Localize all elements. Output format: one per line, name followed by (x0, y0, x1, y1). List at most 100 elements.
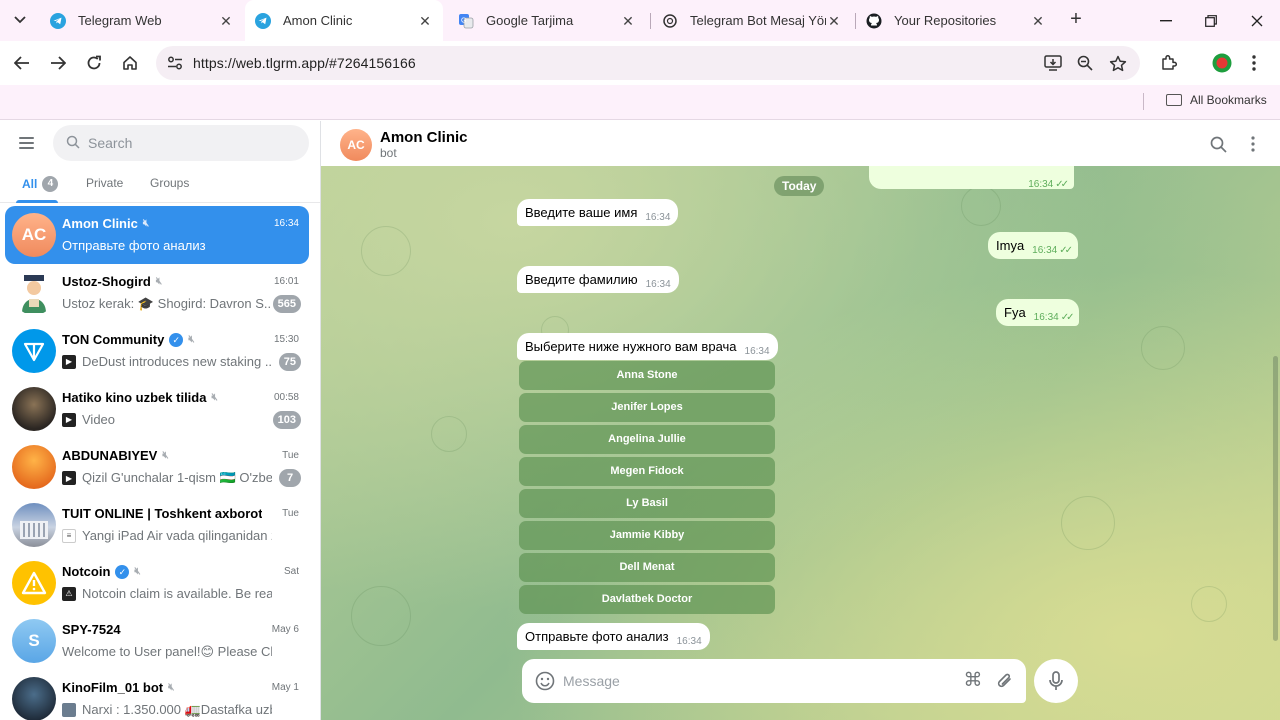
chat-item-amon-clinic[interactable]: AC Amon Clinic 🔇︎ 16:34 Отправьте фото ан… (5, 206, 309, 264)
chat-name: KinoFilm_01 bot (62, 680, 164, 695)
message-bubble-incoming[interactable]: Выберите ниже нужного вам врача 16:34 (517, 333, 778, 360)
image-thumb-icon: ⚠ (62, 586, 76, 601)
chat-name-row: KinoFilm_01 bot 🔇︎ (62, 680, 174, 695)
message-bubble-outgoing[interactable]: Imya 16:34 ✓✓ (988, 232, 1078, 259)
folder-tab-label: Private (86, 176, 124, 190)
chat-item-kinofilm-bot[interactable]: KinoFilm_01 bot 🔇︎ May 1 Narxi : 1.350.00… (5, 670, 309, 720)
chat-name-row: Notcoin ✓ 🔇︎ (62, 564, 141, 579)
video-play-icon: ▶ (62, 354, 76, 369)
extensions-button[interactable] (1155, 49, 1183, 77)
browser-tab-chatgpt[interactable]: Telegram Bot Mesaj Yönle ✕ (652, 0, 852, 41)
zoom-icon[interactable] (1074, 53, 1096, 73)
search-box[interactable] (53, 125, 309, 161)
close-icon[interactable]: ✕ (218, 13, 234, 29)
new-tab-button[interactable]: + (1064, 8, 1088, 32)
folder-icon (1166, 94, 1182, 106)
restore-button[interactable] (1188, 0, 1234, 41)
chat-item-ton-community[interactable]: TON Community ✓ 🔇︎ 15:30 ▶ DeDust introduce… (5, 322, 309, 380)
message-bubble-outgoing[interactable]: Fya 16:34 ✓✓ (996, 299, 1080, 326)
bot-commands-button[interactable]: ⌘ (962, 670, 984, 692)
bookmarks-divider (1143, 93, 1144, 110)
chat-title[interactable]: Amon Clinic (380, 129, 468, 146)
chat-name: Amon Clinic (62, 216, 138, 231)
browser-tab-telegram-web[interactable]: Telegram Web ✕ (40, 0, 244, 41)
message-bubble-incoming[interactable]: Введите фамилию 16:34 (517, 266, 679, 293)
smile-icon (535, 671, 555, 691)
chat-name-row: Ustoz-Shogird 🔇︎ (62, 274, 162, 289)
emoji-button[interactable] (534, 670, 556, 692)
chat-name: TUIT ONLINE | Toshkent axborot ... (62, 506, 262, 521)
url-text[interactable]: https://web.tlgrm.app/#7264156166 (193, 55, 416, 71)
chat-time: 15:30 (273, 334, 299, 345)
avatar (12, 677, 56, 720)
chat-item-spy-7524[interactable]: S SPY-7524 May 6 Welcome to User panel!😊… (5, 612, 309, 670)
chat-name: TON Community (62, 332, 165, 347)
message-bubble-incoming[interactable]: Отправьте фото анализ 16:34 (517, 623, 710, 650)
inline-button-davlatbek-doctor[interactable]: Davlatbek Doctor (519, 585, 775, 614)
muted-icon: 🔇︎ (134, 566, 141, 577)
wallpaper-doodle (431, 416, 467, 452)
inline-button-angelina-jullie[interactable]: Angelina Jullie (519, 425, 775, 454)
site-info-icon[interactable] (164, 52, 186, 74)
bookmark-star-icon[interactable] (1107, 53, 1129, 73)
chat-wallpaper (321, 166, 1280, 720)
folder-tab-all[interactable]: All 4 (22, 176, 59, 192)
avatar[interactable]: AC (340, 129, 372, 161)
all-bookmarks-button[interactable]: All Bookmarks (1166, 93, 1267, 107)
inline-button-ly-basil[interactable]: Ly Basil (519, 489, 775, 518)
muted-icon: 🔇︎ (188, 334, 195, 345)
chat-scrollbar[interactable] (1273, 356, 1278, 641)
search-input[interactable] (88, 125, 298, 161)
inline-button-megen-fidock[interactable]: Megen Fidock (519, 457, 775, 486)
wallpaper-doodle (351, 586, 411, 646)
chat-item-notcoin[interactable]: Notcoin ✓ 🔇︎ Sat ⚠ Notcoin claim is availab… (5, 554, 309, 612)
close-icon[interactable]: ✕ (417, 13, 433, 29)
browser-tab-github[interactable]: Your Repositories ✕ (856, 0, 1056, 41)
reload-button[interactable] (80, 49, 108, 77)
profile-button[interactable] (1208, 49, 1236, 77)
chat-preview-row: ▶ DeDust introduces new staking ... (62, 354, 272, 369)
chat-header[interactable]: AC Amon Clinic bot (321, 121, 1280, 166)
chat-item-hatiko[interactable]: Hatiko kino uzbek tilida 🔇︎ 00:58 ▶ Video … (5, 380, 309, 438)
inline-button-dell-menat[interactable]: Dell Menat (519, 553, 775, 582)
home-button[interactable] (116, 49, 144, 77)
chat-preview: DeDust introduces new staking ... (82, 354, 272, 369)
inline-button-anna-stone[interactable]: Anna Stone (519, 361, 775, 390)
folder-tab-private[interactable]: Private (86, 176, 123, 190)
forward-button[interactable] (44, 49, 72, 77)
close-icon[interactable]: ✕ (1030, 13, 1046, 29)
close-icon[interactable]: ✕ (826, 13, 842, 29)
tab-title: Your Repositories (894, 13, 997, 28)
inline-button-jenifer-lopes[interactable]: Jenifer Lopes (519, 393, 775, 422)
message-bubble-incoming[interactable]: Введите ваше имя 16:34 (517, 199, 679, 226)
minimize-button[interactable] (1143, 0, 1189, 41)
search-chat-button[interactable] (1207, 133, 1229, 155)
message-input[interactable] (563, 659, 953, 703)
chat-time: 16:34 (273, 218, 299, 229)
address-bar[interactable]: https://web.tlgrm.app/#7264156166 (156, 46, 1140, 80)
close-window-button[interactable] (1234, 0, 1280, 41)
main-menu-button[interactable] (14, 134, 40, 154)
chat-item-abdunabiyev[interactable]: ABDUNABIYEV 🔇︎ Tue ▶ Qizil G'unchalar 1-qi… (5, 438, 309, 496)
browser-menu-button[interactable] (1240, 49, 1268, 77)
chat-preview-row: Narxi : 1.350.000 🚛Dastafka uzb bo... (62, 702, 272, 718)
voice-record-button[interactable] (1034, 659, 1078, 703)
active-tab-indicator (16, 200, 58, 203)
close-icon[interactable]: ✕ (620, 13, 636, 29)
browser-tab-google-translate[interactable]: G Google Tarjima ✕ (448, 0, 646, 41)
chat-preview-row: Welcome to User panel!😊 Please Choo... (62, 644, 272, 660)
github-icon (866, 13, 882, 29)
attach-button[interactable] (994, 670, 1016, 692)
chat-item-tuit-online[interactable]: TUIT ONLINE | Toshkent axborot ...🔇︎ Tue… (5, 496, 309, 554)
inline-button-jammie-kibby[interactable]: Jammie Kibby (519, 521, 775, 550)
browser-tab-amon-clinic[interactable]: Amon Clinic ✕ (245, 0, 443, 41)
chat-item-ustoz-shogird[interactable]: Ustoz-Shogird 🔇︎ 16:01 Ustoz kerak: 🎓 Sho… (5, 264, 309, 322)
back-button[interactable] (8, 49, 36, 77)
chat-name-row: TON Community ✓ 🔇︎ (62, 332, 195, 347)
install-app-icon[interactable] (1042, 53, 1064, 73)
chat-time: May 6 (271, 624, 299, 635)
folder-tab-groups[interactable]: Groups (150, 176, 189, 190)
chat-menu-button[interactable] (1242, 133, 1264, 155)
verified-icon: ✓ (115, 564, 130, 579)
tab-search-button[interactable] (7, 7, 33, 33)
